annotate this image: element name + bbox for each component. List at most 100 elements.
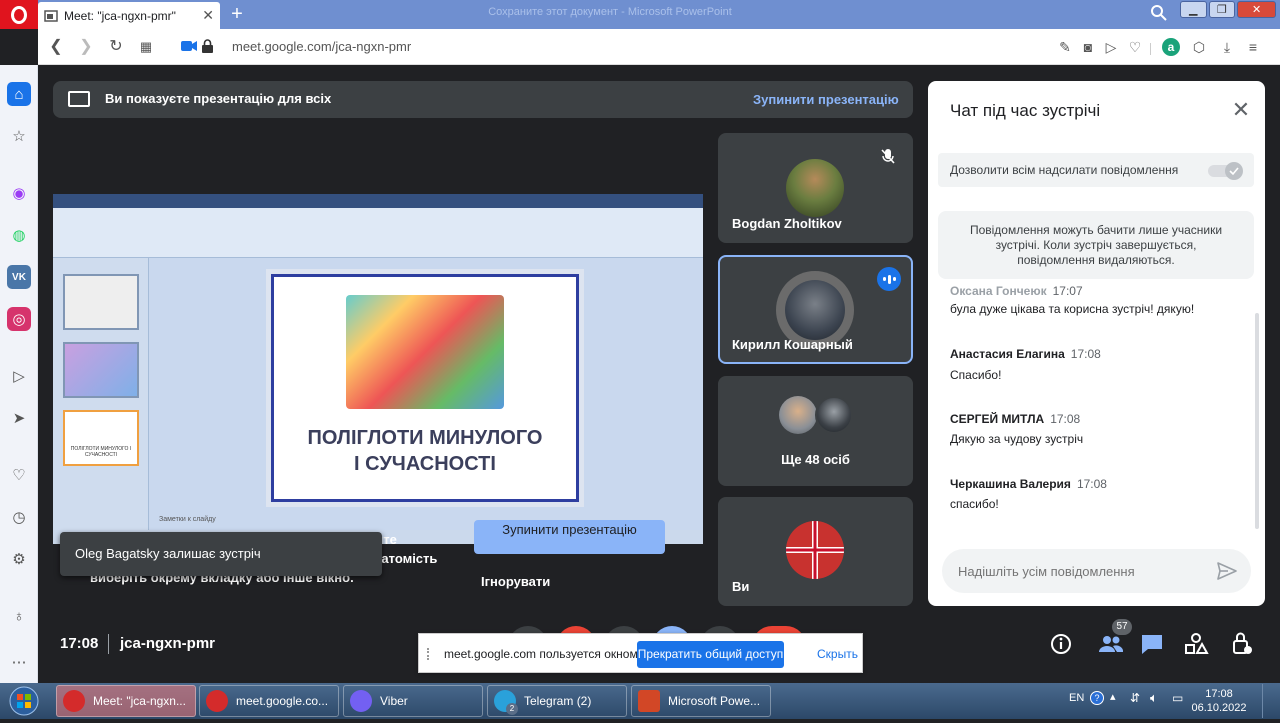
more-icon[interactable]: ⋯ <box>7 650 31 674</box>
new-tab-button[interactable]: + <box>226 3 248 25</box>
slide-thumbnail <box>63 274 139 330</box>
heart-icon[interactable]: ♡ <box>7 463 31 487</box>
clock-time: 17:08 <box>1205 688 1233 700</box>
language-indicator[interactable]: EN <box>1069 692 1084 704</box>
chat-message-text: була дуже цікава та корисна зустріч! дяк… <box>950 302 1195 316</box>
snapshot-icon[interactable]: ◙ <box>1079 38 1097 56</box>
player-icon[interactable]: ▷ <box>7 364 31 388</box>
chat-title: Чат під час зустрічі <box>950 101 1101 120</box>
opera-logo-icon[interactable] <box>0 0 38 29</box>
slide-canvas: ПОЛІГЛОТИ МИНУЛОГО І СУЧАСНОСТІ <box>271 274 579 502</box>
participant-tile-active-speaker[interactable]: Кирилл Кошарный <box>718 255 913 364</box>
present-screen-icon <box>68 91 90 107</box>
send-icon[interactable] <box>1216 561 1238 581</box>
allow-messages-label: Дозволити всім надсилати повідомлення <box>950 163 1179 177</box>
speaking-indicator-icon <box>877 267 901 291</box>
toolbar-divider <box>1150 43 1151 55</box>
back-icon[interactable]: ❮ <box>46 37 66 57</box>
avatar <box>779 396 817 434</box>
host-controls-lock-icon[interactable] <box>1228 630 1258 660</box>
slide-title-line1: ПОЛІГЛОТИ МИНУЛОГО <box>307 427 543 449</box>
check-icon <box>1229 167 1239 176</box>
url-text[interactable]: meet.google.com/jca-ngxn-pmr <box>232 39 411 54</box>
slide-thumbnail <box>63 342 139 398</box>
stop-presenting-link[interactable]: Зупинити презентацію <box>753 92 899 107</box>
download-icon[interactable]: ⤓ <box>1218 38 1236 56</box>
people-count-badge: 57 <box>1112 619 1132 635</box>
volume-icon[interactable]: 🔈︎ <box>1150 690 1158 706</box>
tips-bulb-icon[interactable]: ♁ <box>7 604 31 628</box>
flow-icon[interactable]: ➤ <box>7 406 31 430</box>
tray-clock[interactable]: 17:08 06.10.2022 <box>1190 687 1248 715</box>
activities-icon[interactable] <box>1182 630 1212 660</box>
search-icon[interactable] <box>1150 4 1170 24</box>
chat-message-input[interactable] <box>956 561 1206 581</box>
tab-close-icon[interactable]: ✕ <box>202 7 214 24</box>
chat-message-sender: Черкашина Валерия 17:08 <box>950 477 1107 491</box>
home-icon[interactable]: ⌂ <box>7 82 31 106</box>
participant-tile-others[interactable]: Ще 48 осіб <box>718 376 913 486</box>
close-window-icon[interactable]: ✕ <box>1237 1 1277 18</box>
settings-icon[interactable]: ⚙ <box>7 547 31 571</box>
minimize-icon[interactable]: ▁ <box>1180 1 1207 18</box>
vk-icon[interactable]: VK <box>7 265 31 289</box>
languages-image <box>346 295 504 409</box>
taskbar-label: Viber <box>380 694 408 708</box>
stop-presenting-button[interactable]: Зупинити презентацію <box>474 520 665 554</box>
hide-link[interactable]: Скрыть <box>817 647 858 661</box>
thumb-caption: ПОЛІГЛОТИ МИНУЛОГО І СУЧАСНОСТІ <box>70 446 132 458</box>
instagram-icon[interactable]: ◎ <box>7 307 31 331</box>
history-icon[interactable]: ◷ <box>7 505 31 529</box>
taskbar-item-powerpoint[interactable]: Microsoft Powe... <box>631 685 771 717</box>
drag-handle-icon[interactable] <box>427 648 433 660</box>
action-center-icon[interactable]: ▭ <box>1172 691 1183 705</box>
self-tile[interactable]: Ви <box>718 497 913 606</box>
taskbar-item-viber[interactable]: Viber <box>343 685 483 717</box>
menu-icon[interactable]: ≡ <box>1244 38 1262 56</box>
start-button[interactable] <box>2 684 46 718</box>
help-icon[interactable]: ? <box>1090 691 1104 705</box>
info-icon[interactable] <box>1047 630 1077 660</box>
avatar <box>785 280 845 340</box>
stop-sharing-button[interactable]: Прекратить общий доступ <box>637 641 784 668</box>
forward-icon[interactable]: ❯ <box>76 37 96 57</box>
whatsapp-icon[interactable]: ◍ <box>7 223 31 247</box>
taskbar-item-meet-2[interactable]: meet.google.co... <box>199 685 339 717</box>
participant-left-toast: Oleg Bagatsky залишає зустріч <box>60 532 382 576</box>
easy-setup-icon[interactable]: ✎ <box>1056 38 1074 56</box>
send-to-icon[interactable]: ▷ <box>1102 38 1120 56</box>
extensions-cube-icon[interactable]: ⬡ <box>1190 38 1208 56</box>
allow-messages-toggle[interactable] <box>1208 162 1243 180</box>
bookmark-heart-icon[interactable]: ♡ <box>1126 38 1144 56</box>
speed-dial-icon[interactable]: ▦ <box>136 37 156 57</box>
window-title: Сохраните этот документ - Microsoft Powe… <box>488 6 732 18</box>
network-icon[interactable]: ⇵ <box>1130 691 1140 705</box>
taskbar-label: Telegram (2) <box>524 694 592 708</box>
messenger-icon[interactable]: ◉ <box>7 181 31 205</box>
taskbar-item-meet[interactable]: Meet: "jca-ngxn... <box>56 685 196 717</box>
ignore-button[interactable]: Ігнорувати <box>481 574 550 589</box>
chat-scrollbar[interactable] <box>1255 313 1259 529</box>
reload-icon[interactable]: ↻ <box>106 37 126 57</box>
taskbar-item-telegram[interactable]: 2 Telegram (2) <box>487 685 627 717</box>
chat-notice: Повідомлення можуть бачити лише учасники… <box>938 211 1254 279</box>
close-icon[interactable]: ✕ <box>1229 98 1253 122</box>
avatar <box>786 159 844 217</box>
chat-panel: Чат під час зустрічі ✕ Дозволити всім на… <box>928 81 1265 606</box>
show-desktop-button[interactable] <box>1262 684 1278 718</box>
chat-icon[interactable] <box>1138 630 1168 660</box>
star-icon[interactable]: ☆ <box>7 124 31 148</box>
camera-icon[interactable] <box>181 40 197 52</box>
participant-name: Ви <box>732 579 750 594</box>
participant-name: Bogdan Zholtikov <box>732 216 842 231</box>
participant-tile[interactable]: Bogdan Zholtikov <box>718 133 913 243</box>
extension-a-icon[interactable]: a <box>1162 38 1180 56</box>
mic-off-icon <box>876 144 900 168</box>
taskbar-label: Meet: "jca-ngxn... <box>93 694 186 708</box>
restore-icon[interactable]: ❐ <box>1208 1 1236 18</box>
tray-expand-icon[interactable]: ▴ <box>1110 690 1116 703</box>
browser-tab-meet[interactable]: Meet: "jca-ngxn-pmr" ✕ <box>38 2 220 29</box>
opera-icon <box>63 690 85 712</box>
chat-input-box <box>942 549 1251 593</box>
clock-date: 06.10.2022 <box>1191 702 1247 714</box>
